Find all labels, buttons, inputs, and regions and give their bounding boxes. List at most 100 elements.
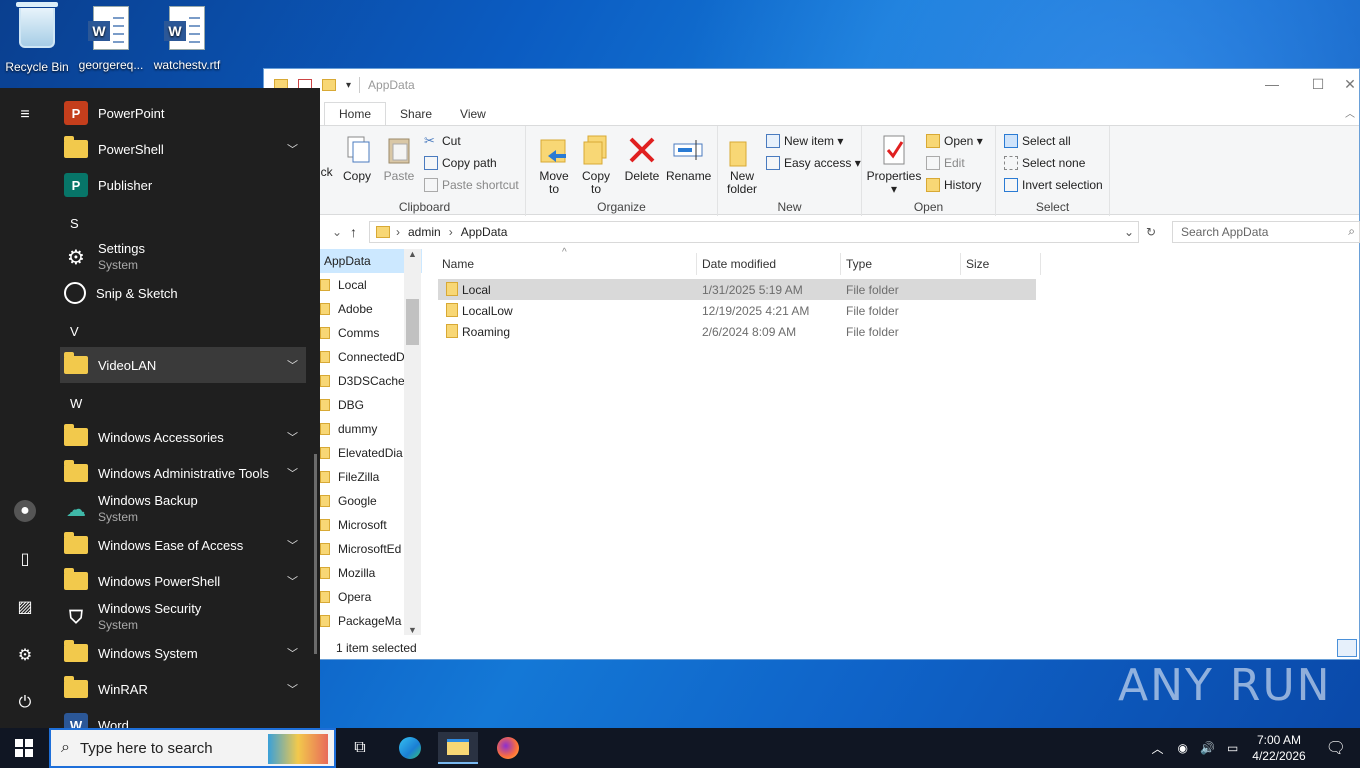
app-snip-sketch[interactable]: Snip & Sketch	[60, 275, 306, 311]
move-to-button[interactable]: Move to	[536, 134, 572, 196]
file-row[interactable]: LocalLow 12/19/2025 4:21 AM File folder	[438, 300, 1358, 321]
invert-selection-button[interactable]: Invert selection	[1004, 178, 1103, 192]
app-powerpoint[interactable]: P PowerPoint	[60, 95, 306, 131]
file-row[interactable]: Roaming 2/6/2024 8:09 AM File folder	[438, 321, 1358, 342]
easy-access-button[interactable]: Easy access ▾	[766, 156, 861, 170]
start-scrollbar[interactable]	[314, 454, 317, 654]
nav-item-label: Mozilla	[338, 566, 376, 580]
select-all-button[interactable]: Select all	[1004, 134, 1071, 148]
network-icon[interactable]: ▭	[1227, 741, 1238, 755]
move-to-label: Move to	[539, 169, 569, 196]
minimize-icon[interactable]: —	[1249, 69, 1295, 99]
app-windows-system[interactable]: Windows System ﹀	[60, 635, 306, 671]
user-avatar-icon[interactable]: ●	[14, 500, 36, 522]
cut-button[interactable]: ✂ Cut	[424, 134, 461, 149]
new-folder-button[interactable]: New folder	[724, 134, 760, 196]
breadcrumb-appdata[interactable]: AppData	[461, 225, 508, 239]
copy-button[interactable]: Copy	[342, 134, 372, 183]
clock[interactable]: 7:00 AM 4/22/2026	[1252, 732, 1305, 764]
scroll-down-icon[interactable]: ▼	[404, 625, 421, 635]
task-view-button[interactable]: ⧉	[340, 732, 380, 764]
nav-scroll-thumb[interactable]	[406, 299, 419, 345]
folder-icon	[64, 676, 88, 698]
col-size[interactable]: Size	[966, 257, 989, 271]
recycle-bin-desktop-icon[interactable]: Recycle Bin	[0, 2, 74, 74]
paste-shortcut-button[interactable]: Paste shortcut	[424, 178, 519, 192]
close-icon[interactable]: ✕	[1341, 69, 1359, 99]
search-box[interactable]: Search AppData ⌕	[1172, 221, 1360, 243]
file-row[interactable]: Local 1/31/2025 5:19 AM File folder	[438, 279, 1036, 300]
section-letter-s[interactable]: S	[70, 216, 79, 231]
notification-icon[interactable]: 🗨	[1326, 738, 1346, 758]
firefox-taskbar-button[interactable]	[488, 732, 528, 764]
select-none-button[interactable]: Select none	[1004, 156, 1085, 170]
section-letter-v[interactable]: V	[70, 324, 79, 339]
meet-now-icon[interactable]: ◉	[1178, 741, 1188, 755]
rtf-doc-desktop-icon[interactable]: W watchestv.rtf	[150, 6, 224, 72]
file-date: 12/19/2025 4:21 AM	[702, 304, 810, 318]
app-windows-admin-tools[interactable]: Windows Administrative Tools ﹀	[60, 455, 306, 491]
details-view-icon[interactable]	[1337, 639, 1357, 657]
app-publisher[interactable]: P Publisher	[60, 167, 306, 203]
tab-home[interactable]: Home	[324, 102, 387, 125]
edit-button[interactable]: Edit	[926, 156, 965, 170]
col-type[interactable]: Type	[846, 257, 872, 271]
app-windows-ease-of-access[interactable]: Windows Ease of Access ﹀	[60, 527, 306, 563]
nav-item-label: PackageMa	[338, 614, 402, 628]
breadcrumb-admin[interactable]: admin	[408, 225, 441, 239]
app-windows-backup[interactable]: ☁ Windows Backup System	[60, 491, 306, 527]
recent-locations-icon[interactable]: ⌄	[332, 225, 342, 239]
edge-taskbar-button[interactable]	[390, 732, 430, 764]
app-videolan-folder[interactable]: VideoLAN ﹀	[60, 347, 306, 383]
app-settings[interactable]: ⚙ Settings System	[60, 239, 306, 275]
chevron-up-icon[interactable]: ︿	[1152, 740, 1164, 757]
app-windows-powershell[interactable]: Windows PowerShell ﹀	[60, 563, 306, 599]
address-dropdown-icon[interactable]: ⌄	[1124, 225, 1134, 239]
app-windows-accessories[interactable]: Windows Accessories ﹀	[60, 419, 306, 455]
documents-icon[interactable]: ▯	[14, 548, 36, 570]
new-folder-quick-icon[interactable]	[322, 79, 336, 91]
rename-button[interactable]: Rename	[666, 134, 711, 183]
nav-scrollbar[interactable]: ▲ ▼	[404, 249, 421, 635]
pictures-icon[interactable]: ▨	[14, 596, 36, 618]
address-bar[interactable]: › admin › AppData ⌄	[369, 221, 1139, 243]
start-button[interactable]	[0, 728, 48, 768]
properties-button[interactable]: Properties ▾	[866, 134, 922, 196]
refresh-icon[interactable]: ↻	[1146, 225, 1156, 239]
word-doc-desktop-icon[interactable]: W georgereq...	[74, 6, 148, 72]
ribbon-collapse-icon[interactable]: ︿	[1345, 105, 1355, 120]
open-folder-icon	[926, 134, 940, 148]
tab-view[interactable]: View	[446, 103, 500, 125]
app-word[interactable]: W Word	[60, 707, 306, 728]
paste-button[interactable]: Paste	[382, 134, 416, 183]
copy-path-button[interactable]: Copy path	[424, 156, 497, 170]
new-item-button[interactable]: New item ▾	[766, 134, 843, 148]
history-button[interactable]: History	[926, 178, 981, 192]
col-name[interactable]: Name	[442, 257, 474, 271]
power-icon[interactable]: ⏻	[14, 692, 36, 714]
chevron-down-icon: ﹀	[287, 432, 298, 444]
delete-button[interactable]: Delete	[624, 134, 660, 183]
col-date[interactable]: Date modified	[702, 257, 776, 271]
hamburger-menu-icon[interactable]: ≡	[14, 104, 36, 126]
app-label: Windows System	[98, 645, 198, 661]
volume-icon[interactable]: 🔊	[1200, 741, 1215, 755]
settings-gear-icon[interactable]: ⚙	[14, 644, 36, 666]
easy-access-icon	[766, 156, 780, 170]
app-windows-security[interactable]: ⛉ Windows Security System	[60, 599, 306, 635]
open-button[interactable]: Open ▾	[926, 134, 983, 148]
tab-share[interactable]: Share	[386, 103, 446, 125]
quick-access-dropdown-icon[interactable]: ▾	[346, 80, 351, 91]
copy-to-button[interactable]: Copy to	[578, 134, 614, 196]
app-powershell-folder[interactable]: PowerShell ﹀	[60, 131, 306, 167]
file-explorer-taskbar-button[interactable]	[438, 732, 478, 764]
app-label: Windows PowerShell	[98, 573, 221, 589]
app-winrar[interactable]: WinRAR ﹀	[60, 671, 306, 707]
scroll-up-icon[interactable]: ▲	[404, 249, 421, 259]
pin-button[interactable]: ick	[318, 166, 333, 179]
maximize-icon[interactable]: ☐	[1295, 69, 1341, 99]
taskbar-search-box[interactable]: ⌕ Type here to search	[49, 728, 336, 768]
folder-icon	[64, 136, 88, 158]
up-arrow-icon[interactable]: ↑	[350, 224, 357, 240]
section-letter-w[interactable]: W	[70, 396, 82, 411]
